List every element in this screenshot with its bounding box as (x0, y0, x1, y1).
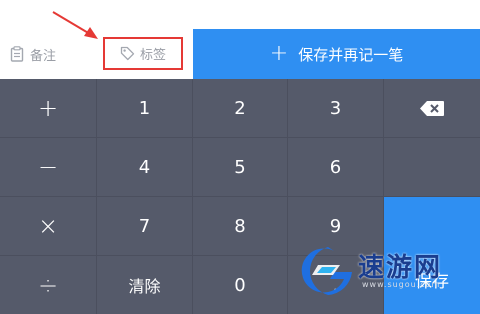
key-empty (384, 138, 480, 197)
save-and-add-another-label: 保存并再记一笔 (298, 45, 404, 64)
tag-icon (120, 46, 135, 61)
key-1[interactable]: 1 (97, 79, 193, 138)
key-2[interactable]: 2 (193, 79, 288, 138)
memo-button[interactable]: 备注 (10, 37, 100, 71)
tag-label: 标签 (139, 48, 166, 63)
key-clear[interactable]: 清除 (97, 256, 193, 314)
key-dot[interactable]: . (288, 256, 384, 314)
key-7[interactable]: 7 (97, 197, 193, 256)
key-divide[interactable]: ÷ (0, 256, 97, 314)
memo-label: 备注 (30, 48, 57, 64)
key-backspace[interactable] (384, 79, 480, 138)
key-9[interactable]: 9 (288, 197, 384, 256)
tag-button[interactable]: 标签 (103, 37, 183, 70)
key-5[interactable]: 5 (193, 138, 288, 197)
key-done[interactable]: 保存 (384, 197, 480, 314)
backspace-icon (420, 100, 444, 116)
clipboard-icon (10, 46, 24, 62)
key-6[interactable]: 6 (288, 138, 384, 197)
key-4[interactable]: 4 (97, 138, 193, 197)
key-8[interactable]: 8 (193, 197, 288, 256)
key-0[interactable]: 0 (193, 256, 288, 314)
key-times[interactable]: × (0, 197, 97, 256)
key-3[interactable]: 3 (288, 79, 384, 138)
keypad: + 1 2 3 − 4 5 6 × 7 8 9 保存 ÷ 清除 0 . (0, 79, 480, 314)
save-and-add-another-button[interactable]: + 保存并再记一笔 (193, 29, 480, 79)
plus-icon: + (269, 41, 289, 66)
top-bar (0, 0, 480, 29)
key-plus[interactable]: + (0, 79, 97, 138)
key-minus[interactable]: − (0, 138, 97, 197)
action-bar: 备注 标签 + 保存并再记一笔 (0, 29, 480, 79)
